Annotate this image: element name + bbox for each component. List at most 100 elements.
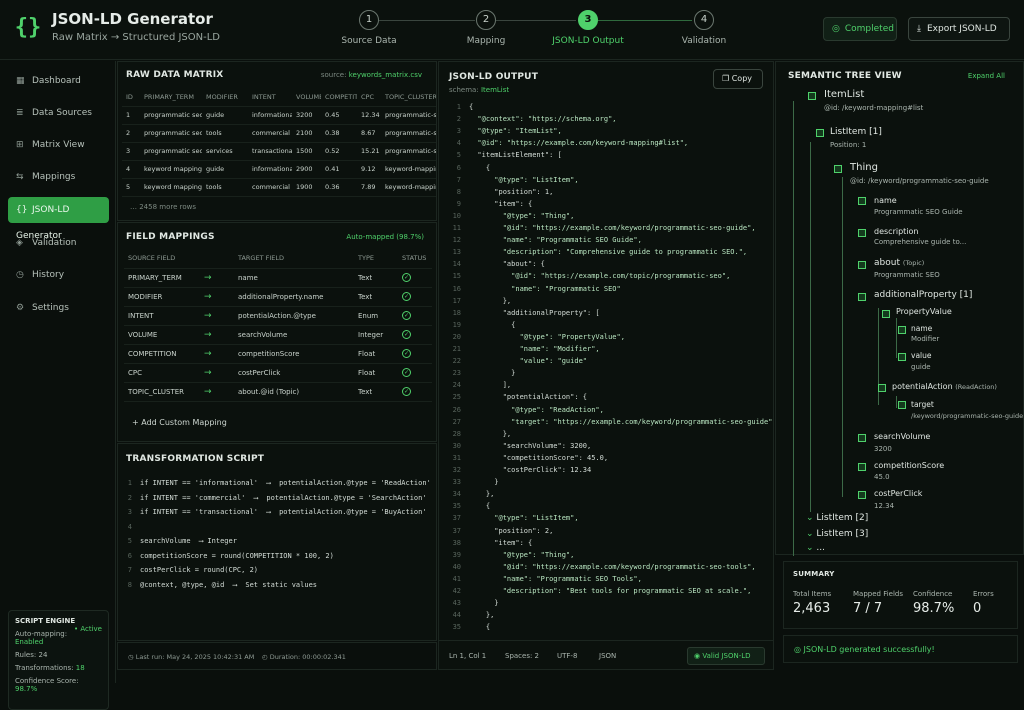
summary-stat: Errors 0 — [973, 590, 994, 616]
table-cell: 3 — [122, 142, 140, 161]
raw-more-rows[interactable]: … 2458 more rows — [130, 203, 196, 211]
tree-node-more[interactable]: ⌄ ... — [806, 543, 825, 553]
tree-node-sub: Position: 1 — [830, 141, 867, 149]
code-line: 15 "@id": "https://example.com/topic/pro… — [439, 270, 731, 282]
tree-node-additional-property[interactable]: additionalProperty [1] — [874, 290, 972, 300]
column-header[interactable]: ID — [122, 88, 140, 107]
engine-status: • Active — [73, 625, 102, 633]
table-row[interactable]: 1 programmatic seo guide informational 3200 0… — [122, 106, 436, 125]
tree-node-listitem-1[interactable]: ListItem [1] — [830, 127, 882, 137]
encoding[interactable]: UTF-8 — [557, 652, 577, 660]
jsonld-output-panel: JSON-LD OUTPUT schema: ItemList ❐ Copy 1… — [438, 61, 774, 670]
tree-node-listitem-3[interactable]: ⌄ ListItem [3] — [806, 529, 868, 539]
mapping-row[interactable]: PRIMARY_TERM → name Text ✓ — [124, 268, 432, 288]
sidebar-item-validation[interactable]: ◈ Validation — [8, 230, 109, 256]
column-header[interactable]: COMPETITION — [321, 88, 357, 107]
tree-node-name[interactable]: name — [874, 196, 897, 205]
braces-logo-icon: {} — [14, 15, 42, 40]
table-cell: commercial — [248, 124, 292, 143]
sidebar-item-dashboard[interactable]: ▦ Dashboard — [8, 68, 109, 94]
tree-node-description[interactable]: description — [874, 227, 918, 236]
tree-node-potential-action[interactable]: potentialAction (ReadAction) — [892, 382, 997, 391]
column-header[interactable]: MODIFIER — [202, 88, 248, 107]
table-cell: 2 — [122, 124, 140, 143]
table-cell: 1500 — [292, 142, 321, 161]
mapping-row[interactable]: VOLUME → searchVolume Integer ✓ — [124, 325, 432, 345]
table-cell: 3200 — [292, 106, 321, 125]
column-header[interactable]: PRIMARY_TERM — [140, 88, 202, 107]
export-jsonld-button[interactable]: ⤓ Export JSON-LD — [908, 17, 1010, 41]
jsonld-code-view[interactable]: 1{2 "@context": "https://schema.org", 3 "… — [439, 101, 773, 631]
table-cell: keyword mapping — [140, 178, 202, 197]
tree-node-target[interactable]: target — [911, 400, 934, 409]
tree-node-listitem-2[interactable]: ⌄ ListItem [2] — [806, 513, 868, 523]
step-validation[interactable]: 4 Validation — [659, 10, 749, 46]
step-source-data[interactable]: 1 Source Data — [324, 10, 414, 46]
table-row[interactable]: 3 programmatic seo services transactional 15… — [122, 142, 436, 161]
code-text: "@id": "https://example.com/keyword/prog… — [469, 224, 756, 232]
column-header[interactable]: INTENT — [248, 88, 292, 107]
sidebar-item-matrix-view[interactable]: ⊞ Matrix View — [8, 132, 109, 158]
language-mode[interactable]: JSON — [599, 652, 616, 660]
code-line: 35 { — [439, 621, 491, 631]
line-number: 31 — [452, 453, 461, 462]
tree-node-cost-per-click[interactable]: costPerClick — [874, 489, 922, 498]
line-number: 6 — [127, 551, 132, 560]
raw-data-table: ID PRIMARY_TERM MODIFIER INTENT VOLUME COMPET… — [122, 88, 436, 197]
script-editor[interactable]: 1 if INTENT == 'informational' ⟶ potentia… — [122, 477, 434, 627]
script-run-info: ◷ Last run: May 24, 2025 10:42:31 AM ◴ D… — [117, 642, 437, 670]
tree-node-propertyvalue[interactable]: PropertyValue — [896, 307, 952, 316]
tree-node-pv-name[interactable]: name — [911, 324, 932, 333]
indent-spaces[interactable]: Spaces: 2 — [505, 652, 539, 660]
table-cell: 9.12 — [357, 160, 381, 179]
sidebar-item-mappings[interactable]: ⇆ Mappings — [8, 164, 109, 190]
mapping-row[interactable]: COMPETITION → competitionScore Float ✓ — [124, 344, 432, 364]
sidebar-item-data-sources[interactable]: ≣ Data Sources — [8, 100, 109, 126]
copy-button[interactable]: ❐ Copy — [713, 69, 763, 89]
tree-node-sub: Programmatic SEO — [874, 271, 940, 279]
add-custom-mapping-button[interactable]: + Add Custom Mapping — [132, 418, 227, 427]
code-line: 5 "itemListElement": [ — [439, 149, 562, 161]
automapped-status: Auto-mapped (98.7%) — [346, 233, 424, 241]
tree-node-competition-score[interactable]: competitionScore — [874, 461, 944, 470]
source-field: PRIMARY_TERM — [124, 268, 200, 288]
column-header[interactable]: TOPIC_CLUSTER — [381, 88, 436, 107]
mapping-row[interactable]: CPC → costPerClick Float ✓ — [124, 363, 432, 383]
tree-node-thing[interactable]: Thing — [850, 162, 878, 173]
code-line: 8 "position": 1, — [439, 186, 554, 198]
sidebar-item-settings[interactable]: ⚙ Settings — [8, 295, 109, 321]
line-number: 34 — [452, 490, 461, 499]
column-header[interactable]: CPC — [357, 88, 381, 107]
expand-all-button[interactable]: Expand All — [968, 72, 1005, 80]
tree-node-itemlist[interactable]: ItemList — [824, 89, 864, 100]
tree-node-pv-value[interactable]: value — [911, 351, 932, 360]
table-row[interactable]: 5 keyword mapping tools commercial 1900 0.36 7… — [122, 178, 436, 197]
line-number: 43 — [452, 599, 461, 608]
mapping-row[interactable]: INTENT → potentialAction.@type Enum ✓ — [124, 306, 432, 326]
engine-confidence: Confidence Score: 98.7% — [15, 677, 79, 693]
table-cell: guide — [202, 160, 248, 179]
check-circle-icon: ◎ — [794, 645, 804, 654]
tree-node-about[interactable]: about (Topic) — [874, 258, 924, 268]
line-number: 4 — [456, 139, 461, 148]
step-jsonld-output[interactable]: 3 JSON-LD Output — [543, 10, 633, 46]
table-row[interactable]: 4 keyword mapping guide informational 2900 0.… — [122, 160, 436, 179]
source-field: VOLUME — [124, 325, 200, 345]
mapping-row[interactable]: TOPIC_CLUSTER → about.@id (Topic) Text ✓ — [124, 382, 432, 402]
table-cell: commercial — [248, 178, 292, 197]
sidebar-item-history[interactable]: ◷ History — [8, 262, 109, 288]
stat-label: Mapped Fields — [853, 590, 903, 598]
column-header[interactable]: VOLUME — [292, 88, 321, 107]
line-number: 8 — [456, 187, 461, 196]
table-row[interactable]: 2 programmatic seo tools commercial 2100 0.38… — [122, 124, 436, 143]
sidebar-item-label: History — [32, 270, 65, 280]
schema-label: schema: ItemList — [449, 86, 510, 94]
tree-node-box — [878, 384, 886, 392]
completed-button[interactable]: ◎ Completed — [823, 17, 897, 41]
sidebar-item-jsonld-generator[interactable]: {} JSON-LD Generator — [8, 197, 109, 241]
tree-node-search-volume[interactable]: searchVolume — [874, 432, 930, 441]
tree-connector — [793, 101, 794, 556]
step-mapping[interactable]: 2 Mapping — [441, 10, 531, 46]
mapping-row[interactable]: MODIFIER → additionalProperty.name Text ✓ — [124, 287, 432, 307]
code-text: }, — [469, 296, 512, 305]
